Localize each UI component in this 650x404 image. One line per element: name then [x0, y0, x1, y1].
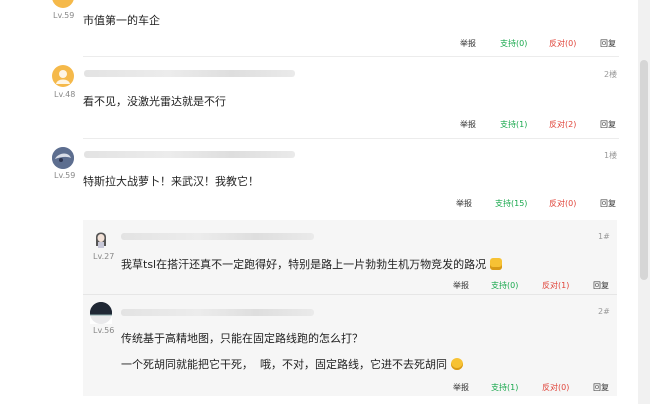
- report-button[interactable]: 举报: [453, 280, 469, 291]
- reply-button[interactable]: 回复: [593, 280, 609, 291]
- divider: [83, 294, 617, 295]
- reply-text: 传统基于高精地图，只能在固定路线跑的怎么打？: [121, 332, 363, 345]
- floor-number: 1楼: [604, 151, 618, 160]
- user-level: Lv.59: [53, 11, 75, 20]
- landscape-avatar-icon: [90, 302, 112, 324]
- floor-number: 2楼: [604, 70, 618, 79]
- username-blurred: [121, 309, 314, 316]
- reply-text-content: 我草tsl在搭汗还真不一定跑得好，特别是路上一片勃勃生机万物竞发的路况: [121, 258, 487, 271]
- oppose-button[interactable]: 反对(0): [549, 198, 576, 209]
- support-button[interactable]: 支持(0): [500, 38, 527, 49]
- oppose-button[interactable]: 反对(0): [549, 38, 576, 49]
- support-button[interactable]: 支持(1): [491, 382, 518, 393]
- username-blurred: [84, 151, 295, 158]
- scrollbar-thumb[interactable]: [640, 60, 648, 280]
- avatar[interactable]: [90, 302, 112, 324]
- emoji-face-icon: [450, 358, 463, 370]
- user-level: Lv.27: [93, 252, 115, 261]
- emoji-face-icon: [489, 258, 502, 270]
- anime-avatar-icon: [96, 232, 106, 248]
- divider: [83, 138, 619, 139]
- avatar-image-icon: [52, 147, 74, 169]
- avatar[interactable]: [52, 65, 74, 87]
- comment-text: 看不见，没激光雷达就是不行: [83, 95, 226, 108]
- oppose-button[interactable]: 反对(0): [542, 382, 569, 393]
- oppose-button[interactable]: 反对(1): [542, 280, 569, 291]
- floor-number: 1#: [598, 232, 610, 241]
- user-level: Lv.59: [54, 171, 76, 180]
- comment-text: 特斯拉大战萝卜！来武汉！我教它！: [83, 175, 259, 188]
- reply-button[interactable]: 回复: [593, 382, 609, 393]
- user-level: Lv.48: [54, 90, 76, 99]
- divider: [83, 56, 619, 57]
- avatar[interactable]: [52, 0, 74, 8]
- comment-text: 市值第一的车企: [83, 14, 160, 27]
- support-button[interactable]: 支持(1): [500, 119, 527, 130]
- user-silhouette-icon: [56, 70, 70, 84]
- report-button[interactable]: 举报: [460, 38, 476, 49]
- report-button[interactable]: 举报: [456, 198, 472, 209]
- report-button[interactable]: 举报: [453, 382, 469, 393]
- reply-button[interactable]: 回复: [600, 119, 616, 130]
- user-level: Lv.56: [93, 326, 115, 335]
- oppose-button[interactable]: 反对(2): [549, 119, 576, 130]
- reply-text: 我草tsl在搭汗还真不一定跑得好，特别是路上一片勃勃生机万物竞发的路况: [121, 256, 502, 272]
- support-button[interactable]: 支持(0): [491, 280, 518, 291]
- username-blurred: [121, 233, 314, 240]
- reply-text-content: 一个死胡同就能把它干死， 哦，不对，固定路线，它进不去死胡同: [121, 358, 447, 371]
- floor-number: 2#: [598, 307, 610, 316]
- avatar[interactable]: [52, 147, 74, 169]
- reply-button[interactable]: 回复: [600, 198, 616, 209]
- username-blurred: [84, 70, 295, 77]
- support-button[interactable]: 支持(15): [495, 198, 527, 209]
- report-button[interactable]: 举报: [460, 119, 476, 130]
- reply-text-line2: 一个死胡同就能把它干死， 哦，不对，固定路线，它进不去死胡同: [121, 356, 463, 372]
- avatar[interactable]: [90, 228, 112, 250]
- reply-button[interactable]: 回复: [600, 38, 616, 49]
